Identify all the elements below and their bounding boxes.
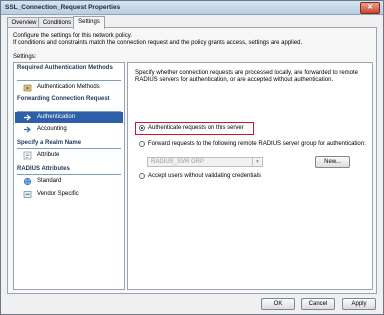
cancel-button[interactable]: Cancel bbox=[301, 298, 335, 310]
section-heading-required-auth: Required Authentication Methods bbox=[17, 65, 113, 71]
vendor-specific-icon bbox=[23, 191, 32, 198]
nav-item-attribute[interactable]: Attribute bbox=[15, 150, 123, 161]
authentication-description: Specify whether connection requests are … bbox=[135, 70, 359, 83]
section-divider bbox=[17, 174, 121, 175]
new-button[interactable]: New... bbox=[315, 156, 350, 168]
auth-methods-icon bbox=[23, 84, 32, 92]
nav-item-authentication[interactable]: Authentication bbox=[15, 112, 123, 123]
chevron-down-icon: ▼ bbox=[252, 158, 262, 166]
attribute-icon bbox=[23, 151, 32, 160]
section-divider bbox=[17, 80, 121, 81]
accept-without-validating-label: Accept users without validating credenti… bbox=[148, 173, 262, 179]
accounting-icon bbox=[24, 126, 31, 133]
section-heading-forwarding: Forwarding Connection Request bbox=[17, 96, 110, 102]
nav-item-accounting[interactable]: Accounting bbox=[15, 124, 123, 135]
close-icon: ✕ bbox=[367, 4, 373, 11]
section-divider bbox=[17, 148, 121, 149]
settings-label: Settings: bbox=[13, 54, 37, 60]
forward-requests-radio[interactable] bbox=[139, 141, 145, 147]
authenticate-locally-radio[interactable] bbox=[139, 125, 145, 131]
properties-dialog: SSL_Connection_Request Properties ✕ Over… bbox=[0, 0, 384, 315]
tab-settings[interactable]: Settings bbox=[73, 16, 105, 29]
section-heading-realm: Specify a Realm Name bbox=[17, 140, 82, 146]
panel-description: Configure the settings for this network … bbox=[13, 33, 303, 46]
section-heading-radius: RADIUS Attributes bbox=[17, 166, 70, 172]
nav-item-standard[interactable]: Standard bbox=[15, 176, 123, 187]
close-button[interactable]: ✕ bbox=[360, 2, 380, 14]
authenticate-locally-label: Authenticate requests on this server bbox=[148, 125, 244, 131]
nav-item-vendor-specific[interactable]: Vendor Specific bbox=[15, 189, 123, 200]
settings-nav-tree: Required Authentication Methods Authenti… bbox=[13, 62, 125, 290]
forward-requests-label: Forward requests to the following remote… bbox=[148, 141, 366, 147]
window-title: SSL_Connection_Request Properties bbox=[5, 4, 121, 11]
accept-without-validating-radio[interactable] bbox=[139, 173, 145, 179]
apply-button[interactable]: Apply bbox=[342, 298, 376, 310]
settings-panel: Configure the settings for this network … bbox=[7, 27, 377, 294]
settings-detail-pane: Specify whether connection requests are … bbox=[127, 62, 373, 290]
arrow-right-icon bbox=[24, 114, 31, 121]
title-bar: SSL_Connection_Request Properties ✕ bbox=[1, 1, 383, 15]
ok-button[interactable]: OK bbox=[261, 298, 295, 310]
nav-item-authentication-methods[interactable]: Authentication Methods bbox=[15, 82, 123, 93]
server-group-select[interactable]: RADIUS_SVR GRP ▼ bbox=[147, 157, 263, 167]
standard-icon bbox=[23, 177, 32, 186]
